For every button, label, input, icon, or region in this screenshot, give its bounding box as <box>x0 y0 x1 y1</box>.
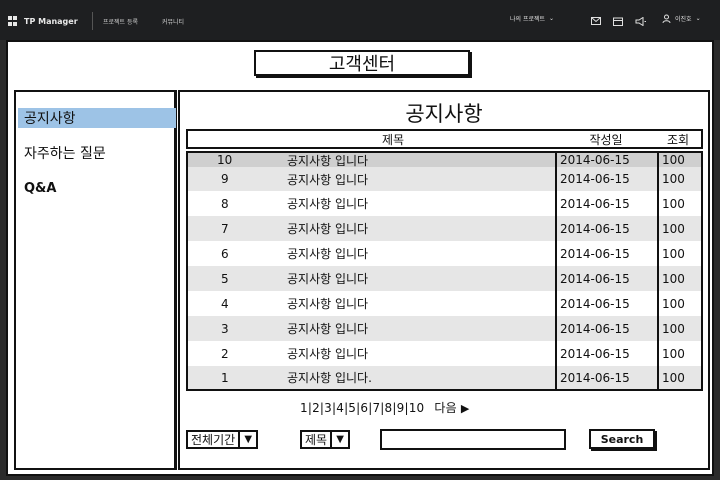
app-name: TP Manager <box>24 16 78 26</box>
dropdown-arrow-icon[interactable]: ▼ <box>332 430 351 449</box>
sidebar-item-qna[interactable]: Q&A <box>18 178 176 198</box>
row-number: 10 <box>217 153 233 167</box>
section-title: 공지사항 <box>405 102 483 126</box>
search-button[interactable]: Search <box>589 429 655 449</box>
top-navigation-bar: TP Manager 프로젝트 등록 커뮤니티 나의 프로젝트 ⌄ 이진호 ⌄ <box>0 0 720 40</box>
my-projects-label: 나의 프로젝트 <box>510 16 546 23</box>
row-views: 100 <box>662 370 685 385</box>
my-projects-dropdown[interactable]: 나의 프로젝트 ⌄ <box>510 14 554 23</box>
table-header: 제목 작성일 조회 <box>186 129 703 149</box>
row-views: 100 <box>662 172 685 186</box>
calendar-icon[interactable] <box>612 15 624 27</box>
row-views: 100 <box>662 153 685 167</box>
table-row[interactable]: 9 공지사항 입니다 2014-06-15 100 <box>188 167 701 191</box>
row-date: 2014-06-15 <box>560 271 630 286</box>
table-row[interactable]: 7 공지사항 입니다 2014-06-15 100 <box>188 216 701 241</box>
notice-table: 10 공지사항 입니다 2014-06-15 100 9 공지사항 입니다 20… <box>186 151 703 391</box>
table-row[interactable]: 1 공지사항 입니다. 2014-06-15 100 <box>188 366 701 389</box>
play-arrow-icon[interactable]: ▶ <box>461 402 470 415</box>
row-title[interactable]: 공지사항 입니다 <box>287 153 368 168</box>
search-input[interactable] <box>380 429 566 450</box>
row-views: 100 <box>662 196 685 211</box>
row-number: 8 <box>221 196 229 211</box>
row-number: 1 <box>221 370 229 385</box>
row-views: 100 <box>662 221 685 236</box>
row-date: 2014-06-15 <box>560 153 630 167</box>
row-number: 9 <box>221 172 229 186</box>
row-date: 2014-06-15 <box>560 246 630 261</box>
row-date: 2014-06-15 <box>560 370 630 385</box>
row-title[interactable]: 공지사항 입니다 <box>287 167 368 191</box>
period-select-value: 전체기간 <box>186 430 241 449</box>
dropdown-arrow-icon[interactable]: ▼ <box>240 430 259 449</box>
user-menu[interactable]: 이진호 ⌄ <box>662 14 701 23</box>
table-row[interactable]: 3 공지사항 입니다 2014-06-15 100 <box>188 316 701 341</box>
divider <box>92 12 93 30</box>
column-header-views: 조회 <box>666 132 690 147</box>
search-field-value: 제목 <box>300 430 333 449</box>
row-title[interactable]: 공지사항 입니다 <box>287 191 368 216</box>
row-views: 100 <box>662 346 685 361</box>
chevron-down-icon: ⌄ <box>549 15 555 22</box>
row-views: 100 <box>662 296 685 311</box>
sidebar-item-faq[interactable]: 자주하는 질문 <box>18 143 176 163</box>
row-number: 3 <box>221 321 229 336</box>
row-views: 100 <box>662 271 685 286</box>
table-row[interactable]: 4 공지사항 입니다 2014-06-15 100 <box>188 291 701 316</box>
row-date: 2014-06-15 <box>560 172 630 186</box>
nav-community[interactable]: 커뮤니티 <box>162 17 184 26</box>
column-header-date: 작성일 <box>589 132 623 147</box>
app-brand[interactable]: TP Manager <box>8 14 78 28</box>
page-title: 고객센터 <box>254 50 470 76</box>
row-views: 100 <box>662 246 685 261</box>
column-header-title: 제목 <box>381 132 405 147</box>
table-row[interactable]: 8 공지사항 입니다 2014-06-15 100 <box>188 191 701 216</box>
mail-icon[interactable] <box>590 15 602 27</box>
next-page-link[interactable]: 다음 <box>434 401 456 415</box>
row-number: 4 <box>221 296 229 311</box>
row-title[interactable]: 공지사항 입니다 <box>287 266 368 291</box>
table-row[interactable]: 2 공지사항 입니다 2014-06-15 100 <box>188 341 701 366</box>
row-number: 2 <box>221 346 229 361</box>
nav-register-project[interactable]: 프로젝트 등록 <box>103 17 138 26</box>
pagination[interactable]: 1|2|3|4|5|6|7|8|9|10 다음 ▶ <box>300 399 590 416</box>
row-number: 5 <box>221 271 229 286</box>
row-title[interactable]: 공지사항 입니다 <box>287 316 368 341</box>
row-date: 2014-06-15 <box>560 196 630 211</box>
column-divider <box>657 153 659 389</box>
page-numbers[interactable]: 1|2|3|4|5|6|7|8|9|10 <box>300 401 424 415</box>
grid-icon <box>8 16 18 26</box>
row-date: 2014-06-15 <box>560 221 630 236</box>
row-title[interactable]: 공지사항 입니다 <box>287 291 368 316</box>
row-date: 2014-06-15 <box>560 321 630 336</box>
search-field-select[interactable]: 제목 ▼ <box>300 430 351 449</box>
megaphone-icon[interactable] <box>634 15 646 27</box>
chevron-down-icon: ⌄ <box>695 15 701 22</box>
row-title[interactable]: 공지사항 입니다 <box>287 216 368 241</box>
period-select[interactable]: 전체기간 ▼ <box>186 430 259 449</box>
row-title[interactable]: 공지사항 입니다. <box>287 366 372 389</box>
user-icon <box>662 14 671 23</box>
row-title[interactable]: 공지사항 입니다 <box>287 341 368 366</box>
column-divider <box>555 153 557 389</box>
table-row[interactable]: 5 공지사항 입니다 2014-06-15 100 <box>188 266 701 291</box>
row-title[interactable]: 공지사항 입니다 <box>287 241 368 266</box>
table-row[interactable]: 10 공지사항 입니다 2014-06-15 100 <box>188 153 701 168</box>
row-number: 7 <box>221 221 229 236</box>
sidebar: 공지사항 자주하는 질문 Q&A <box>14 90 177 470</box>
user-name: 이진호 <box>675 16 692 23</box>
row-number: 6 <box>221 246 229 261</box>
sidebar-item-notice[interactable]: 공지사항 <box>18 108 176 128</box>
row-date: 2014-06-15 <box>560 296 630 311</box>
table-row[interactable]: 6 공지사항 입니다 2014-06-15 100 <box>188 241 701 266</box>
row-date: 2014-06-15 <box>560 346 630 361</box>
row-views: 100 <box>662 321 685 336</box>
